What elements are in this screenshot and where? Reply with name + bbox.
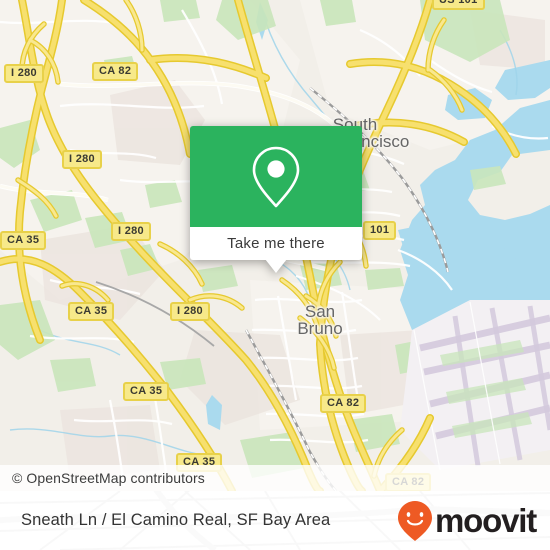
airport-area [400, 300, 550, 471]
road-shield: I 280 [170, 302, 210, 321]
stop-title: Sneath Ln / El Camino Real, SF Bay Area [21, 511, 331, 529]
road-shield: CA 82 [92, 62, 139, 81]
location-popup-card[interactable]: Take me there [190, 126, 362, 273]
moovit-map-screenshot: I 280 CA 82 I 280 I 280 CA 35 CA 35 I 280 CA 35… [0, 0, 550, 550]
moovit-wordmark: moovit [435, 502, 537, 539]
popup-pointer-tail [265, 259, 287, 273]
footer-bar: Sneath Ln / El Camino Real, SF Bay Area … [0, 491, 550, 550]
attribution-text: © OpenStreetMap contributors [12, 470, 205, 486]
road-shield: CA 35 [0, 231, 47, 250]
map-attribution-bar: © OpenStreetMap contributors [0, 465, 550, 491]
moovit-smiley-pin-icon [398, 500, 433, 541]
road-shield: I 280 [111, 222, 151, 241]
road-shield: I 280 [62, 150, 102, 169]
map-pin-icon [252, 146, 300, 207]
road-shield: CA 35 [68, 302, 115, 321]
popup-action-bar[interactable]: Take me there [190, 227, 362, 260]
road-shield: 101 [363, 221, 397, 240]
take-me-there-label: Take me there [227, 235, 325, 252]
road-shield: US 101 [432, 0, 485, 10]
road-shield: I 280 [4, 64, 44, 83]
popup-header [190, 126, 362, 227]
road-shield: CA 35 [123, 382, 170, 401]
road-shield: CA 82 [320, 394, 367, 413]
map-canvas[interactable]: I 280 CA 82 I 280 I 280 CA 35 CA 35 I 280 CA 35… [0, 0, 550, 491]
moovit-logo[interactable]: moovit [397, 491, 537, 550]
